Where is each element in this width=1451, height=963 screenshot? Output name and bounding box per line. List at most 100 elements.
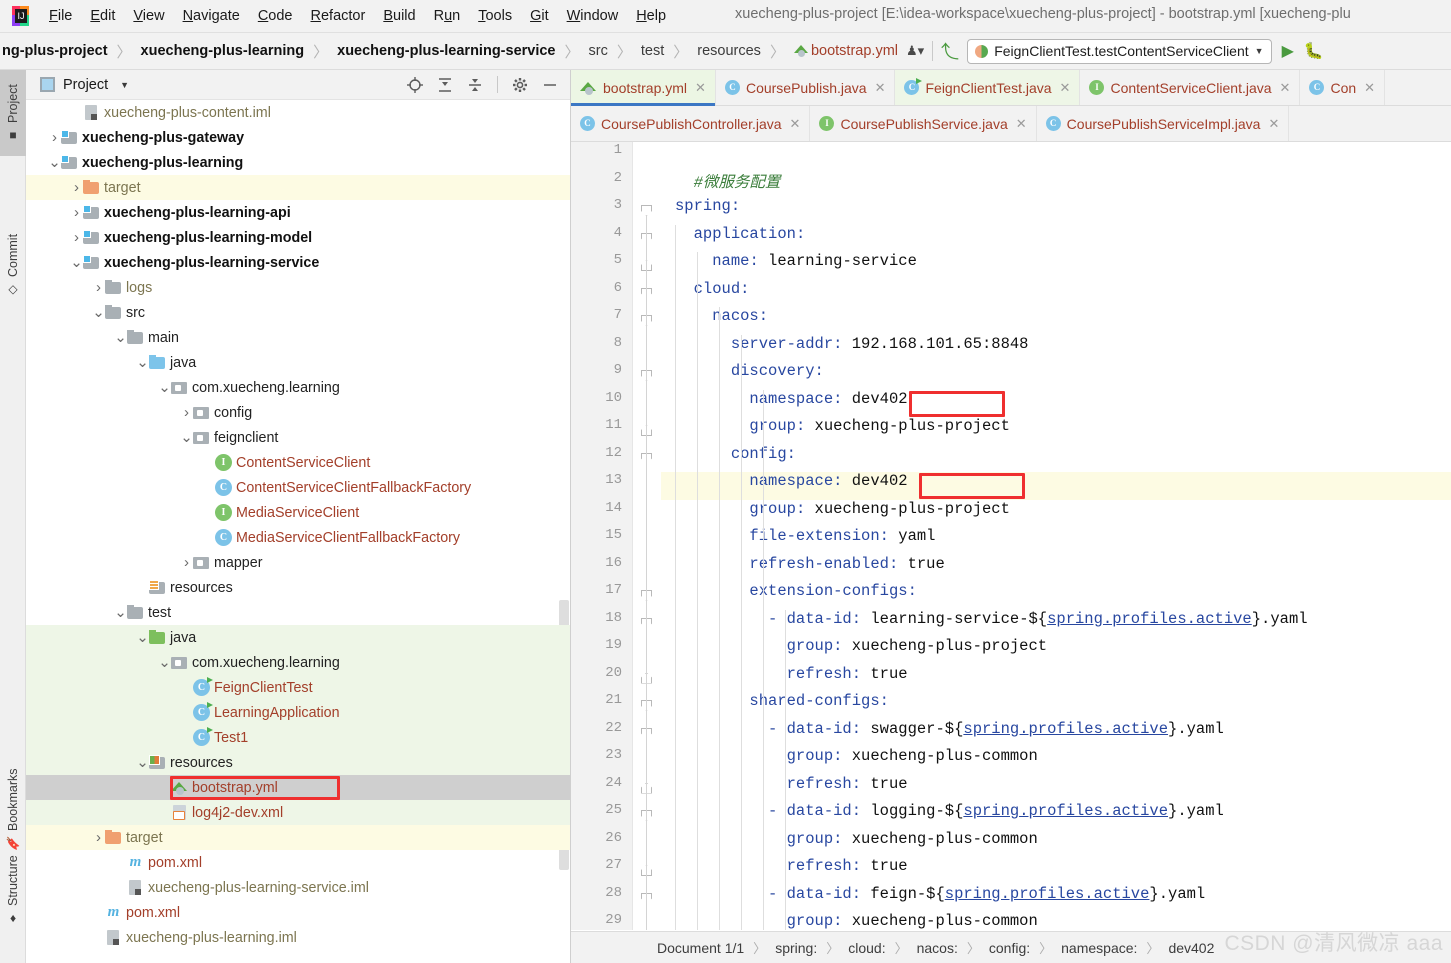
close-icon[interactable]: ✕	[790, 116, 801, 132]
tree-row[interactable]: › target	[26, 825, 570, 850]
code-line[interactable]: - data-id: swagger-${spring.profiles.act…	[661, 720, 1451, 748]
chevron-right-icon[interactable]: ›	[70, 204, 83, 221]
close-icon[interactable]: ✕	[1060, 80, 1071, 96]
tree-row[interactable]: › xuecheng-plus-gateway	[26, 125, 570, 150]
menu-code[interactable]: Code	[249, 5, 302, 27]
chevron-right-icon[interactable]: ›	[70, 179, 83, 196]
run-configuration-selector[interactable]: FeignClientTest.testContentServiceClient…	[967, 38, 1272, 64]
status-crumb-3[interactable]: config:	[989, 940, 1030, 956]
menu-file[interactable]: File	[40, 5, 81, 27]
chevron-right-icon[interactable]: ›	[180, 554, 193, 571]
editor-tab-coursepublishcontroller-java[interactable]: C CoursePublishController.java ✕	[571, 106, 811, 141]
menu-run[interactable]: Run	[425, 5, 470, 27]
editor-tab-coursepublishservice-java[interactable]: I CoursePublishService.java ✕	[810, 106, 1037, 141]
code-line[interactable]: group: xuecheng-plus-project	[661, 500, 1451, 528]
code-line[interactable]: group: xuecheng-plus-project	[661, 417, 1451, 445]
breadcrumb-item-3[interactable]: src	[587, 43, 610, 59]
chevron-right-icon[interactable]: ›	[70, 229, 83, 246]
code-line[interactable]: refresh: true	[661, 857, 1451, 885]
profiler-icon[interactable]: ♟▾	[906, 43, 924, 59]
status-crumb-4[interactable]: namespace:	[1061, 940, 1137, 956]
locate-icon[interactable]	[407, 76, 423, 93]
code-line[interactable]: refresh: true	[661, 665, 1451, 693]
tree-row[interactable]: › xuecheng-plus-learning-model	[26, 225, 570, 250]
breadcrumb-item-0[interactable]: ng-plus-project	[0, 43, 110, 59]
code-line[interactable]: group: xuecheng-plus-common	[661, 747, 1451, 775]
code-line[interactable]: spring:	[661, 197, 1451, 225]
chevron-down-icon[interactable]: ⌄	[180, 430, 193, 445]
status-crumb-1[interactable]: cloud:	[848, 940, 885, 956]
close-icon[interactable]: ✕	[1016, 116, 1027, 132]
tree-row[interactable]: ⌄ xuecheng-plus-learning-service	[26, 250, 570, 275]
tree-row[interactable]: C Test1	[26, 725, 570, 750]
close-icon[interactable]: ✕	[695, 80, 706, 96]
code-line[interactable]: config:	[661, 445, 1451, 473]
editor-tab-coursepublish-java[interactable]: C CoursePublish.java ✕	[715, 70, 896, 105]
code-line[interactable]: namespace: dev402	[661, 390, 1451, 418]
collapse-all-icon[interactable]	[467, 77, 483, 93]
editor-tab-feignclienttest-java[interactable]: C FeignClientTest.java ✕	[895, 70, 1081, 105]
chevron-down-icon[interactable]: ⌄	[136, 630, 149, 645]
tree-row[interactable]: › config	[26, 400, 570, 425]
menu-refactor[interactable]: Refactor	[302, 5, 375, 27]
code-line[interactable]: nacos:	[661, 307, 1451, 335]
build-arrow-icon[interactable]: ⤴	[941, 38, 959, 64]
code-line[interactable]: group: xuecheng-plus-project	[661, 637, 1451, 665]
tree-row[interactable]: m pom.xml	[26, 850, 570, 875]
chevron-down-icon[interactable]: ⌄	[114, 605, 127, 620]
rail-item-commit[interactable]: ◇ Commit	[0, 220, 26, 310]
chevron-down-icon[interactable]: ▼	[120, 80, 129, 90]
code-line[interactable]: server-addr: 192.168.101.65:8848	[661, 335, 1451, 363]
code-folding-column[interactable]	[633, 142, 661, 930]
tree-row[interactable]: ⌄ main	[26, 325, 570, 350]
chevron-down-icon[interactable]: ⌄	[136, 755, 149, 770]
tree-row[interactable]: bootstrap.yml	[26, 775, 570, 800]
tree-row[interactable]: › logs	[26, 275, 570, 300]
tree-row[interactable]: I MediaServiceClient	[26, 500, 570, 525]
editor-tab-contentserviceclient-java[interactable]: I ContentServiceClient.java ✕	[1080, 70, 1301, 105]
code-editor[interactable]: 1 2 3 4 5 6 7 8 9 10 11 12 13 14 15 16 17 18 19 20 21 22 23 24 2…	[571, 142, 1451, 930]
breadcrumb-item-2[interactable]: xuecheng-plus-learning-service	[335, 43, 557, 59]
tree-row[interactable]: I ContentServiceClient	[26, 450, 570, 475]
chevron-right-icon[interactable]: ›	[92, 279, 105, 296]
chevron-right-icon[interactable]: ›	[92, 829, 105, 846]
code-line[interactable]: - data-id: feign-${spring.profiles.activ…	[661, 885, 1451, 913]
tree-row[interactable]: log4j2-dev.xml	[26, 800, 570, 825]
menu-git[interactable]: Git	[521, 5, 558, 27]
code-line[interactable]: namespace: dev402	[661, 472, 1451, 500]
tree-row[interactable]: resources	[26, 575, 570, 600]
tree-row[interactable]: m pom.xml	[26, 900, 570, 925]
menu-tools[interactable]: Tools	[469, 5, 521, 27]
tree-row[interactable]: C MediaServiceClientFallbackFactory	[26, 525, 570, 550]
code-line[interactable]	[661, 142, 1451, 170]
tree-row[interactable]: ⌄ java	[26, 350, 570, 375]
tree-row[interactable]: › mapper	[26, 550, 570, 575]
code-line[interactable]: refresh-enabled: true	[661, 555, 1451, 583]
tree-row[interactable]: C FeignClientTest	[26, 675, 570, 700]
tree-row[interactable]: C ContentServiceClientFallbackFactory	[26, 475, 570, 500]
hide-icon[interactable]	[542, 77, 558, 93]
chevron-down-icon[interactable]: ⌄	[158, 655, 171, 670]
project-tree[interactable]: xuecheng-plus-content.iml › xuecheng-plus-…	[26, 100, 570, 962]
code-content[interactable]: #微服务配置 spring: application: name: learnin…	[661, 142, 1451, 930]
editor-tab-con[interactable]: C Con ✕	[1300, 70, 1386, 105]
tree-row[interactable]: ⌄ test	[26, 600, 570, 625]
tree-row[interactable]: ⌄ xuecheng-plus-learning	[26, 150, 570, 175]
code-line[interactable]: extension-configs:	[661, 582, 1451, 610]
close-icon[interactable]: ✕	[1268, 116, 1279, 132]
chevron-down-icon[interactable]: ⌄	[136, 355, 149, 370]
chevron-right-icon[interactable]: ›	[180, 404, 193, 421]
menu-navigate[interactable]: Navigate	[174, 5, 249, 27]
tree-row[interactable]: xuecheng-plus-learning.iml	[26, 925, 570, 950]
chevron-down-icon[interactable]: ⌄	[48, 155, 61, 170]
tree-row[interactable]: › xuecheng-plus-learning-api	[26, 200, 570, 225]
tree-row[interactable]: xuecheng-plus-learning-service.iml	[26, 875, 570, 900]
gear-icon[interactable]	[512, 77, 528, 93]
breadcrumb-item-5[interactable]: resources	[695, 43, 763, 59]
menu-build[interactable]: Build	[374, 5, 424, 27]
tree-row[interactable]: › target	[26, 175, 570, 200]
debug-button[interactable]: 🐛	[1304, 41, 1324, 61]
code-line[interactable]: group: xuecheng-plus-common	[661, 830, 1451, 858]
code-line[interactable]: refresh: true	[661, 775, 1451, 803]
status-crumb-5[interactable]: dev402	[1168, 940, 1214, 956]
